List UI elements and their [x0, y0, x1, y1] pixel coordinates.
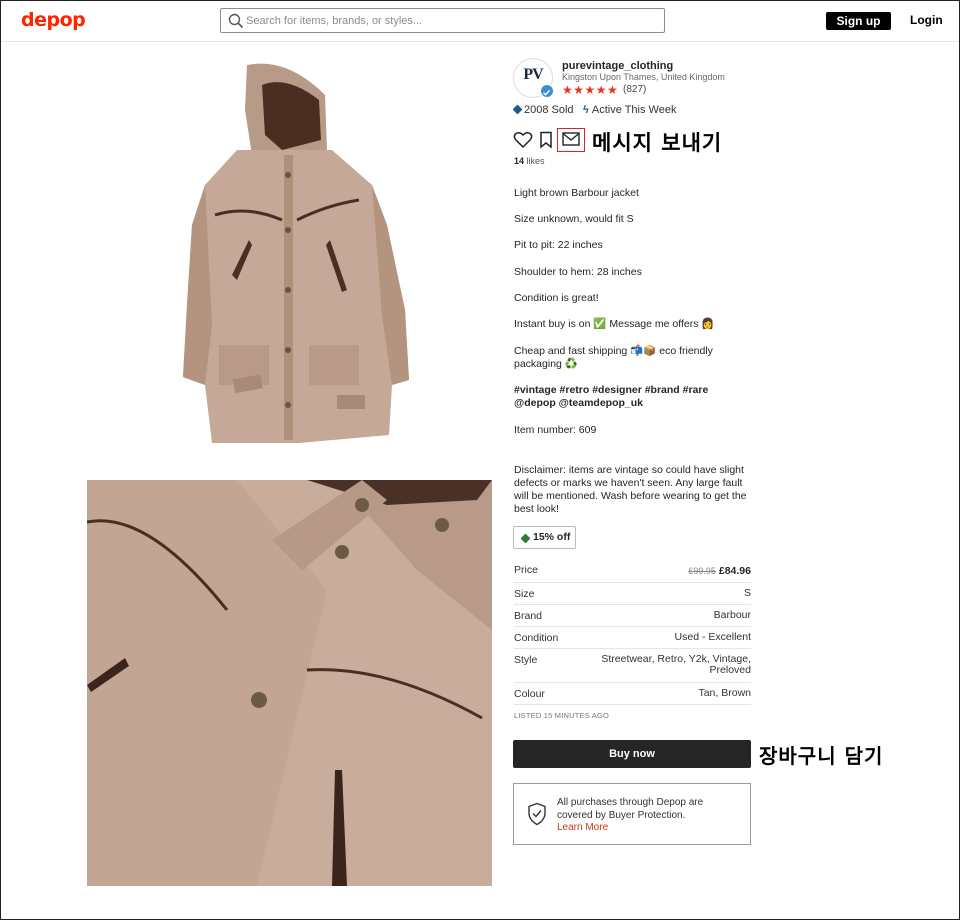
detail-key: Price [514, 564, 538, 576]
discount-tag-icon [520, 533, 531, 544]
detail-key: Brand [514, 610, 543, 622]
detail-row-size: Size S [514, 583, 751, 605]
top-nav-bar: depop Sign up Login [0, 0, 960, 42]
description-line: Pit to pit: 22 inches [514, 239, 603, 251]
sold-count: 2008 Sold [512, 104, 574, 116]
description-line: Size unknown, would fit S [514, 213, 634, 225]
description-line: Cheap and fast shipping 📬📦 eco friendly … [514, 345, 713, 370]
price-value: £99.95 £84.96 [601, 566, 751, 577]
seller-username[interactable]: purevintage_clothing [562, 60, 673, 72]
shield-check-icon [528, 802, 546, 826]
discount-label: 15% off [533, 531, 571, 543]
hashtags[interactable]: #vintage #retro #designer #brand #rare @… [514, 384, 724, 410]
product-photo-main[interactable] [87, 55, 492, 455]
search-icon [228, 13, 244, 29]
jacket-closeup-image [87, 480, 492, 886]
product-details-table: Price £99.95 £84.96 Size S Brand Barbour … [514, 562, 751, 705]
detail-row-style: Style Streetwear, Retro, Y2k, Vintage, P… [514, 649, 751, 683]
cart-annotation-label: 장바구니 담기 [759, 744, 884, 768]
activity-status: ϟ Active This Week [583, 104, 676, 116]
search-bar[interactable] [220, 8, 665, 33]
jacket-front-image [183, 63, 409, 443]
likes-label: likes [526, 156, 545, 166]
detail-key: Colour [514, 688, 545, 700]
like-heart-icon[interactable] [513, 131, 533, 149]
detail-value: Tan, Brown [698, 687, 751, 699]
sale-price: £84.96 [718, 565, 751, 577]
detail-value: Used - Excellent [674, 631, 751, 643]
discount-badge: 15% off [513, 526, 576, 549]
buyer-protection-text: All purchases through Depop are covered … [557, 797, 704, 821]
message-seller-button[interactable] [557, 128, 585, 152]
likes-count: 14 likes [514, 156, 545, 166]
price-tag-icon [512, 104, 523, 115]
description-line: Shoulder to hem: 28 inches [514, 266, 642, 278]
detail-key: Condition [514, 632, 559, 644]
buy-now-button[interactable]: Buy now [513, 740, 751, 768]
activity-status-text: Active This Week [591, 104, 677, 116]
learn-more-link[interactable]: Learn More [557, 822, 608, 833]
sold-count-text: 2008 Sold [524, 104, 574, 116]
signup-button[interactable]: Sign up [826, 12, 891, 30]
message-annotation-label: 메시지 보내기 [592, 131, 723, 155]
seller-avatar[interactable]: PV [513, 58, 554, 98]
seller-location: Kingston Upon Thames, United Kingdom [562, 72, 725, 82]
detail-row-brand: Brand Barbour [514, 605, 751, 627]
description-line: Light brown Barbour jacket [514, 187, 639, 199]
description-line: Instant buy is on ✅ Message me offers 👩 [514, 318, 715, 330]
detail-value: Streetwear, Retro, Y2k, Vintage, Prelove… [601, 653, 751, 676]
depop-logo[interactable]: depop [21, 9, 86, 31]
verified-badge-icon [540, 84, 554, 98]
envelope-icon [562, 132, 580, 146]
disclaimer: Disclaimer: items are vintage so could h… [514, 464, 747, 515]
detail-value[interactable]: Barbour [601, 610, 751, 621]
description-line: Condition is great! [514, 292, 599, 304]
listed-time: LISTED 15 MINUTES AGO [514, 711, 610, 720]
detail-key: Style [514, 654, 538, 666]
original-price: £99.95 [688, 566, 716, 576]
search-input[interactable] [246, 12, 646, 30]
seller-avatar-monogram: PV [523, 66, 543, 83]
detail-value: S [743, 587, 751, 599]
product-photo-closeup[interactable] [87, 480, 492, 886]
detail-row-price: Price £99.95 £84.96 [514, 562, 751, 583]
seller-rating-stars: ★★★★★ [562, 83, 619, 97]
item-number: Item number: 609 [514, 424, 597, 436]
likes-number: 14 [514, 156, 525, 166]
buyer-protection-box: All purchases through Depop are covered … [513, 783, 751, 845]
save-bookmark-icon[interactable] [539, 131, 553, 149]
seller-review-count[interactable]: (827) [623, 84, 646, 95]
login-button[interactable]: Login [910, 13, 943, 27]
lightning-icon: ϟ [583, 104, 589, 116]
detail-row-condition: Condition Used - Excellent [514, 627, 751, 649]
detail-key: Size [514, 588, 535, 600]
detail-row-colour: Colour Tan, Brown [514, 683, 751, 705]
